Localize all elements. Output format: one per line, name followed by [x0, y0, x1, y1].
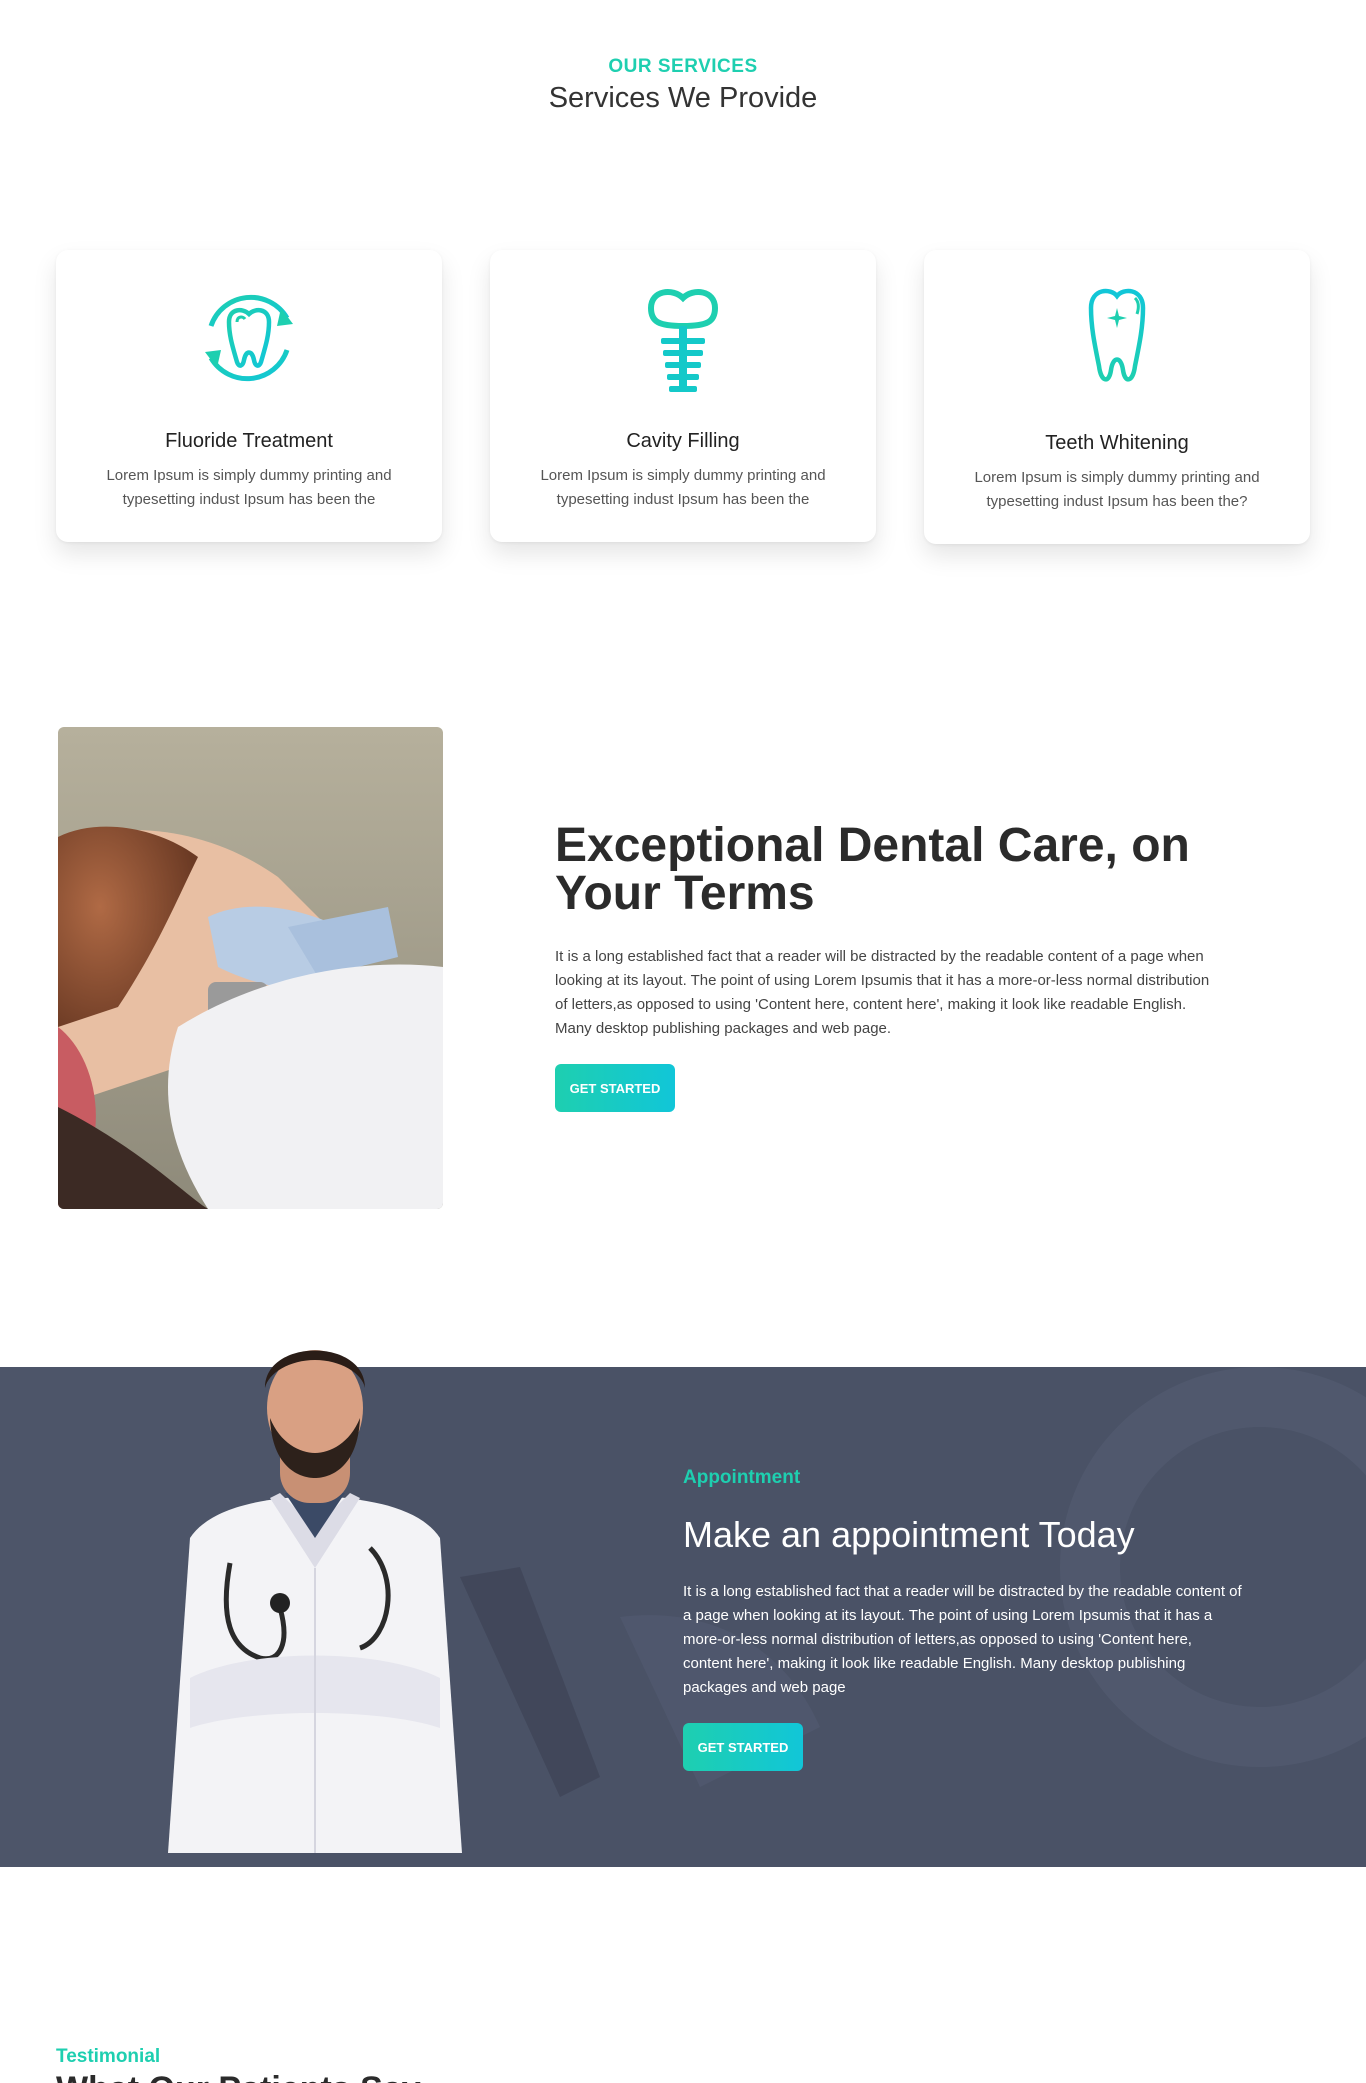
appointment-text: It is a long established fact that a rea… [683, 1583, 1242, 1696]
appointment-kicker: Appointment [683, 1467, 801, 1488]
card-title: Teeth Whitening [1045, 432, 1189, 454]
care-text: It is a long established fact that a rea… [555, 948, 1210, 1037]
testimonial-kicker: Testimonial [56, 2046, 161, 2067]
testimonial-title: What Our Patients Say [56, 2070, 421, 2083]
dental-implant-icon [647, 289, 719, 392]
service-card-cavity[interactable]: Cavity Filling Lorem Ipsum is simply dum… [490, 250, 876, 542]
sparkle-tooth-icon [1088, 288, 1146, 382]
care-title: Exceptional Dental Care, on Your Terms [555, 819, 1190, 920]
get-started-button[interactable]: GET STARTED [555, 1064, 675, 1112]
appointment-title: Make an appointment Today [683, 1514, 1135, 1555]
dental-patient-photo [58, 727, 443, 1209]
card-title: Cavity Filling [626, 430, 740, 452]
card-text: Lorem Ipsum is simply dummy printing and… [106, 467, 392, 508]
doctor-photo [150, 1318, 480, 1853]
appointment-get-started-button[interactable]: GET STARTED [683, 1723, 803, 1771]
service-card-whitening[interactable]: Teeth Whitening Lorem Ipsum is simply du… [924, 250, 1310, 544]
services-title: Services We Provide [548, 82, 818, 114]
card-text: Lorem Ipsum is simply dummy printing and… [974, 469, 1260, 510]
service-card-fluoride[interactable]: Fluoride Treatment Lorem Ipsum is simply… [56, 250, 442, 542]
tooth-refresh-icon [205, 294, 293, 382]
services-header: OUR SERVICES Services We Provide [0, 56, 1366, 115]
services-kicker: OUR SERVICES [608, 56, 758, 77]
card-title: Fluoride Treatment [165, 430, 333, 452]
card-text: Lorem Ipsum is simply dummy printing and… [540, 467, 826, 508]
